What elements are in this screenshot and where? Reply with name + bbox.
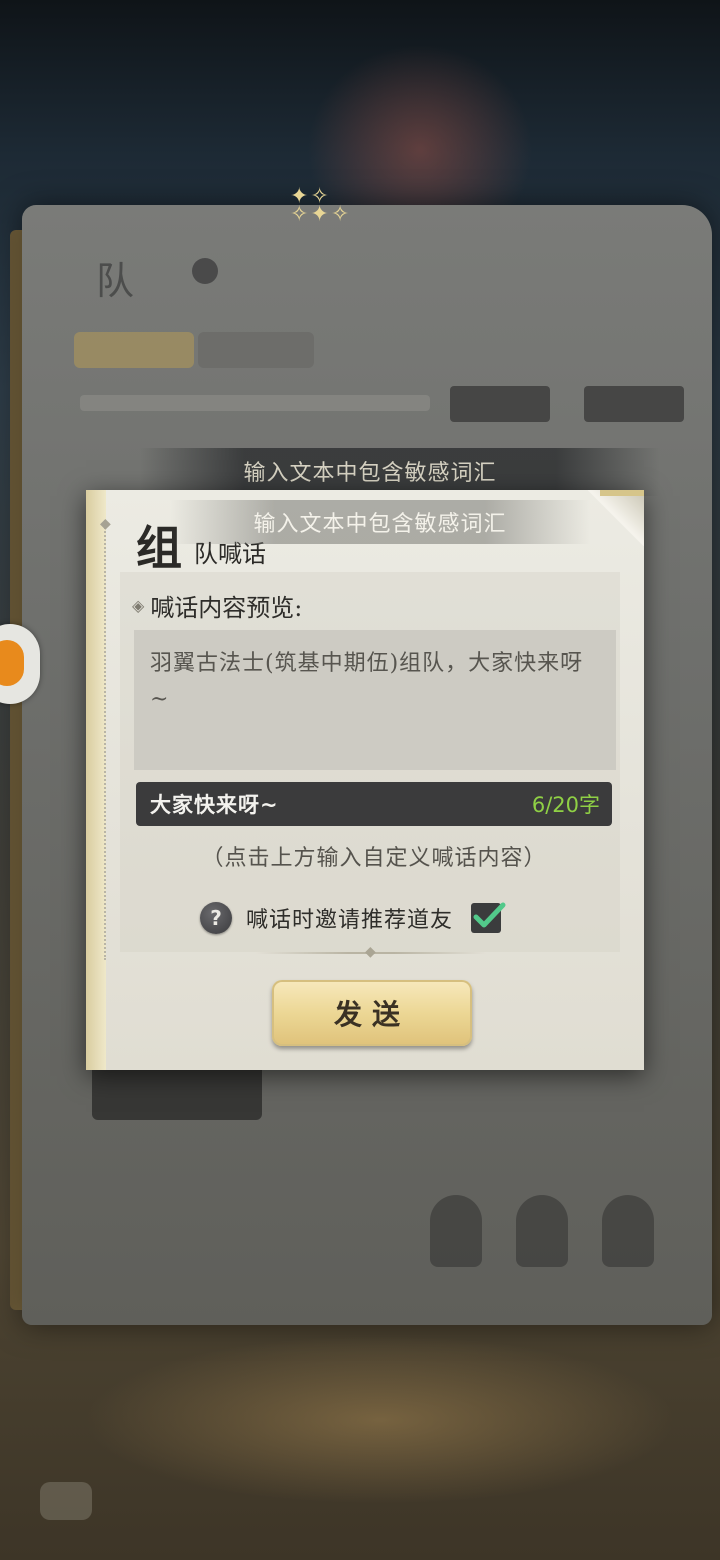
background-member-avatar: [430, 1195, 482, 1267]
char-counter: 6/20字: [531, 793, 600, 817]
pet-icon: [0, 640, 24, 686]
send-button[interactable]: 发送: [272, 980, 472, 1046]
page-curl-corner: [588, 490, 644, 546]
invite-label: 喊话时邀请推荐道友: [246, 908, 454, 933]
background-text-line: [80, 395, 430, 411]
sparkle-icon: ✦✧ ✧✦✧: [290, 184, 352, 227]
background-button-1: [450, 386, 550, 422]
preview-label: ◈ 喊话内容预览:: [132, 588, 302, 623]
dialog-gold-edge: [86, 490, 106, 1070]
title-diamond-icon: ◆: [100, 516, 111, 532]
page-curl-trim: [600, 490, 644, 496]
diamond-bullet-icon: ◈: [132, 596, 145, 615]
preview-label-text: 喊话内容预览:: [150, 594, 303, 622]
shout-input-field[interactable]: 大家快来呀~ 6/20字: [136, 782, 612, 826]
invite-option-row: ? 喊话时邀请推荐道友: [200, 896, 506, 940]
background-help-icon: [192, 258, 218, 284]
divider-diamond-icon: ◆: [365, 944, 376, 960]
background-member-avatar: [516, 1195, 568, 1267]
background-member-avatar: [602, 1195, 654, 1267]
warning-toast-top: 输入文本中包含敏感词汇: [243, 461, 497, 486]
background-tab-1: [74, 332, 194, 368]
input-hint: （点击上方输入自定义喊话内容）: [201, 846, 547, 871]
ground-glow: [0, 1300, 720, 1560]
invite-checkbox[interactable]: [471, 902, 506, 933]
bottom-menu-icon: [40, 1482, 92, 1520]
background-button-2: [584, 386, 684, 422]
shout-input-value[interactable]: 大家快来呀~: [150, 789, 279, 819]
checkmark-icon: [473, 902, 506, 928]
background-panel-title: 队: [96, 259, 135, 303]
help-icon[interactable]: ?: [200, 902, 232, 934]
preview-text-box: 羽翼古法士(筑基中期伍)组队，大家快来呀~: [134, 630, 616, 770]
background-tab-2: [198, 332, 314, 368]
dialog-dotted-border: [104, 520, 106, 960]
sensitive-word-toast: 输入文本中包含敏感词汇: [170, 500, 590, 544]
